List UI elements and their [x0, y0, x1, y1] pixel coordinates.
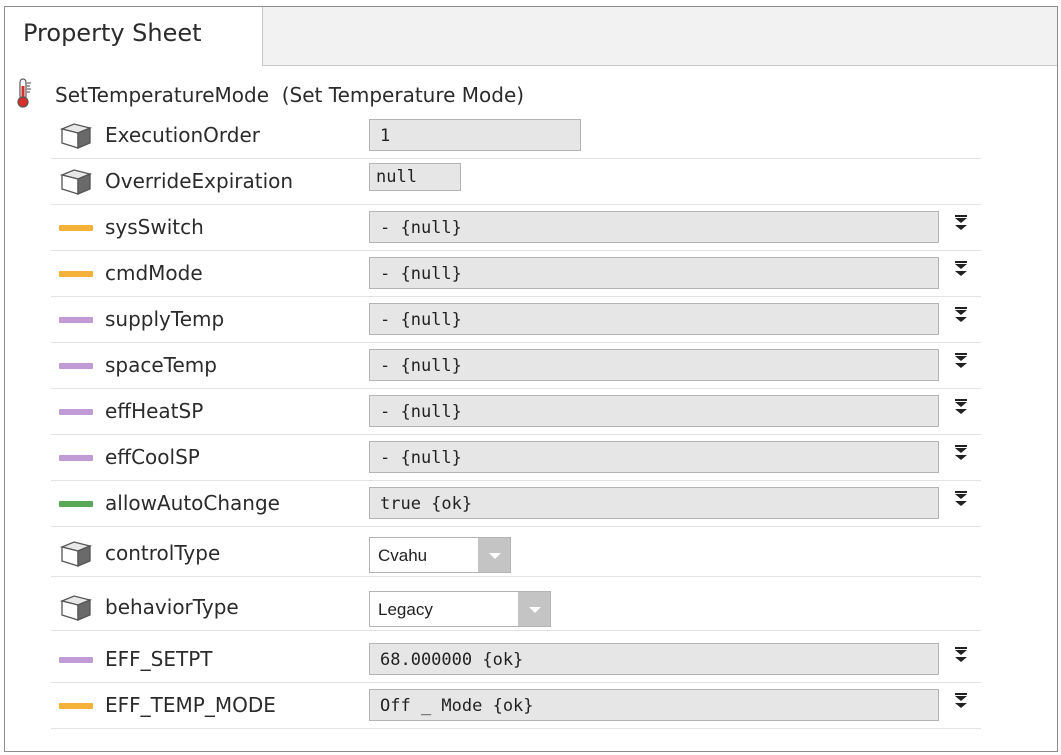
value-field[interactable]: - {null}: [369, 349, 939, 381]
override-expiration-field[interactable]: null: [369, 163, 461, 191]
actions-menu-icon[interactable]: [953, 399, 969, 417]
property-label: OverrideExpiration: [105, 169, 294, 193]
property-label: behaviorType: [105, 595, 239, 619]
component-display-name: (Set Temperature Mode): [281, 83, 525, 107]
property-label: sysSwitch: [105, 215, 204, 239]
property-row-eff-cool-sp[interactable]: effCoolSP - {null}: [51, 435, 981, 481]
value-field[interactable]: - {null}: [369, 257, 939, 289]
actions-menu-icon[interactable]: [953, 445, 969, 463]
tab-label: Property Sheet: [23, 19, 202, 47]
numeric-slot-icon: [59, 363, 93, 369]
numeric-slot-icon: [59, 409, 93, 415]
control-type-select[interactable]: Cvahu: [369, 537, 511, 573]
value-field[interactable]: Off _ Mode {ok}: [369, 689, 939, 721]
property-row-cmd-mode[interactable]: cmdMode - {null}: [51, 251, 981, 297]
slot-cube-icon: [59, 595, 93, 621]
chevron-down-icon[interactable]: [478, 538, 510, 572]
chevron-down-icon[interactable]: [518, 592, 550, 626]
property-row-space-temp[interactable]: spaceTemp - {null}: [51, 343, 981, 389]
select-value: Legacy: [378, 600, 433, 619]
property-label: supplyTemp: [105, 307, 225, 331]
actions-menu-icon[interactable]: [953, 307, 969, 325]
property-row-override-expiration[interactable]: OverrideExpiration null: [51, 159, 981, 205]
slot-cube-icon: [59, 123, 93, 149]
numeric-slot-icon: [59, 657, 93, 663]
value-field[interactable]: - {null}: [369, 211, 939, 243]
component-name: SetTemperatureMode: [55, 83, 270, 107]
property-row-supply-temp[interactable]: supplyTemp - {null}: [51, 297, 981, 343]
property-label: EFF_SETPT: [105, 647, 213, 671]
property-row-execution-order[interactable]: ExecutionOrder 1: [51, 113, 981, 159]
property-label: effCoolSP: [105, 445, 200, 469]
property-label: allowAutoChange: [105, 491, 280, 515]
slot-cube-icon: [59, 541, 93, 567]
enum-slot-icon: [59, 271, 93, 277]
value-field[interactable]: - {null}: [369, 395, 939, 427]
actions-menu-icon[interactable]: [953, 693, 969, 711]
numeric-slot-icon: [59, 317, 93, 323]
property-row-sys-switch[interactable]: sysSwitch - {null}: [51, 205, 981, 251]
property-row-eff-heat-sp[interactable]: effHeatSP - {null}: [51, 389, 981, 435]
numeric-slot-icon: [59, 455, 93, 461]
property-label: EFF_TEMP_MODE: [105, 693, 276, 717]
property-label: cmdMode: [105, 261, 203, 285]
select-value: Cvahu: [378, 546, 428, 565]
property-sheet-panel: Property Sheet SetTemperatureMode (Set T…: [4, 6, 1058, 752]
property-row-allow-auto-change[interactable]: allowAutoChange true {ok}: [51, 481, 981, 527]
enum-slot-icon: [59, 703, 93, 709]
property-row-control-type[interactable]: controlType Cvahu: [51, 531, 981, 577]
enum-slot-icon: [59, 225, 93, 231]
property-label: spaceTemp: [105, 353, 217, 377]
property-row-eff-temp-mode[interactable]: EFF_TEMP_MODE Off _ Mode {ok}: [51, 683, 981, 729]
property-row-behavior-type[interactable]: behaviorType Legacy: [51, 585, 981, 631]
actions-menu-icon[interactable]: [953, 215, 969, 233]
actions-menu-icon[interactable]: [953, 647, 969, 665]
boolean-slot-icon: [59, 501, 93, 507]
slot-cube-icon: [59, 169, 93, 195]
value-field[interactable]: true {ok}: [369, 487, 939, 519]
value-field[interactable]: - {null}: [369, 441, 939, 473]
actions-menu-icon[interactable]: [953, 491, 969, 509]
tab-property-sheet[interactable]: Property Sheet: [5, 7, 263, 66]
component-title: SetTemperatureMode (Set Temperature Mode…: [55, 83, 524, 107]
execution-order-field[interactable]: 1: [369, 119, 581, 151]
component-header[interactable]: SetTemperatureMode (Set Temperature Mode…: [5, 75, 1057, 115]
property-label: ExecutionOrder: [105, 123, 260, 147]
value-field[interactable]: - {null}: [369, 303, 939, 335]
thermometer-icon: [17, 78, 31, 108]
property-label: controlType: [105, 541, 221, 565]
actions-menu-icon[interactable]: [953, 261, 969, 279]
tab-bar: Property Sheet: [5, 7, 1057, 66]
value-field[interactable]: 68.000000 {ok}: [369, 643, 939, 675]
behavior-type-select[interactable]: Legacy: [369, 591, 551, 627]
property-row-eff-setpt[interactable]: EFF_SETPT 68.000000 {ok}: [51, 637, 981, 683]
actions-menu-icon[interactable]: [953, 353, 969, 371]
property-label: effHeatSP: [105, 399, 204, 423]
